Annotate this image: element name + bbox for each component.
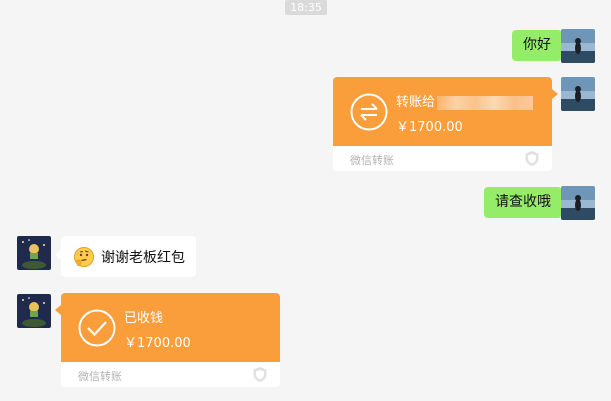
checkmark-icon [78, 309, 116, 347]
message-bubble-thanks[interactable]: 谢谢老板红包 [55, 236, 196, 277]
my-avatar[interactable] [561, 186, 595, 220]
message-text: 谢谢老板红包 [101, 249, 185, 266]
transfer-amount: ￥1700.00 [396, 120, 463, 135]
message-bubble-hello[interactable]: 你好 [512, 30, 568, 61]
transfer-card-sent[interactable]: 转账给 ￥1700.00 微信转账 [333, 77, 558, 171]
transfer-title: 已收钱 [124, 311, 164, 326]
transfer-amount: ￥1700.00 [124, 336, 191, 351]
contact-avatar[interactable] [17, 294, 51, 328]
transfer-footer-label: 微信转账 [350, 154, 394, 167]
transfer-arrows-icon [350, 93, 388, 131]
message-text: 你好 [523, 37, 551, 53]
thinking-face-emoji [74, 246, 94, 267]
message-bubble-please-check[interactable]: 请查收哦 [484, 187, 568, 218]
message-text: 请查收哦 [495, 194, 551, 210]
shield-icon [253, 367, 267, 382]
contact-avatar[interactable] [17, 236, 51, 270]
transfer-title: 转账给 [396, 91, 534, 110]
blurred-recipient-name [437, 95, 534, 110]
transfer-card-received[interactable]: 已收钱 ￥1700.00 微信转账 [55, 293, 280, 387]
my-avatar[interactable] [561, 29, 595, 63]
shield-icon [525, 151, 539, 166]
chat-timestamp: 18:35 [285, 0, 327, 15]
transfer-footer-label: 微信转账 [78, 370, 122, 383]
my-avatar[interactable] [561, 77, 595, 111]
